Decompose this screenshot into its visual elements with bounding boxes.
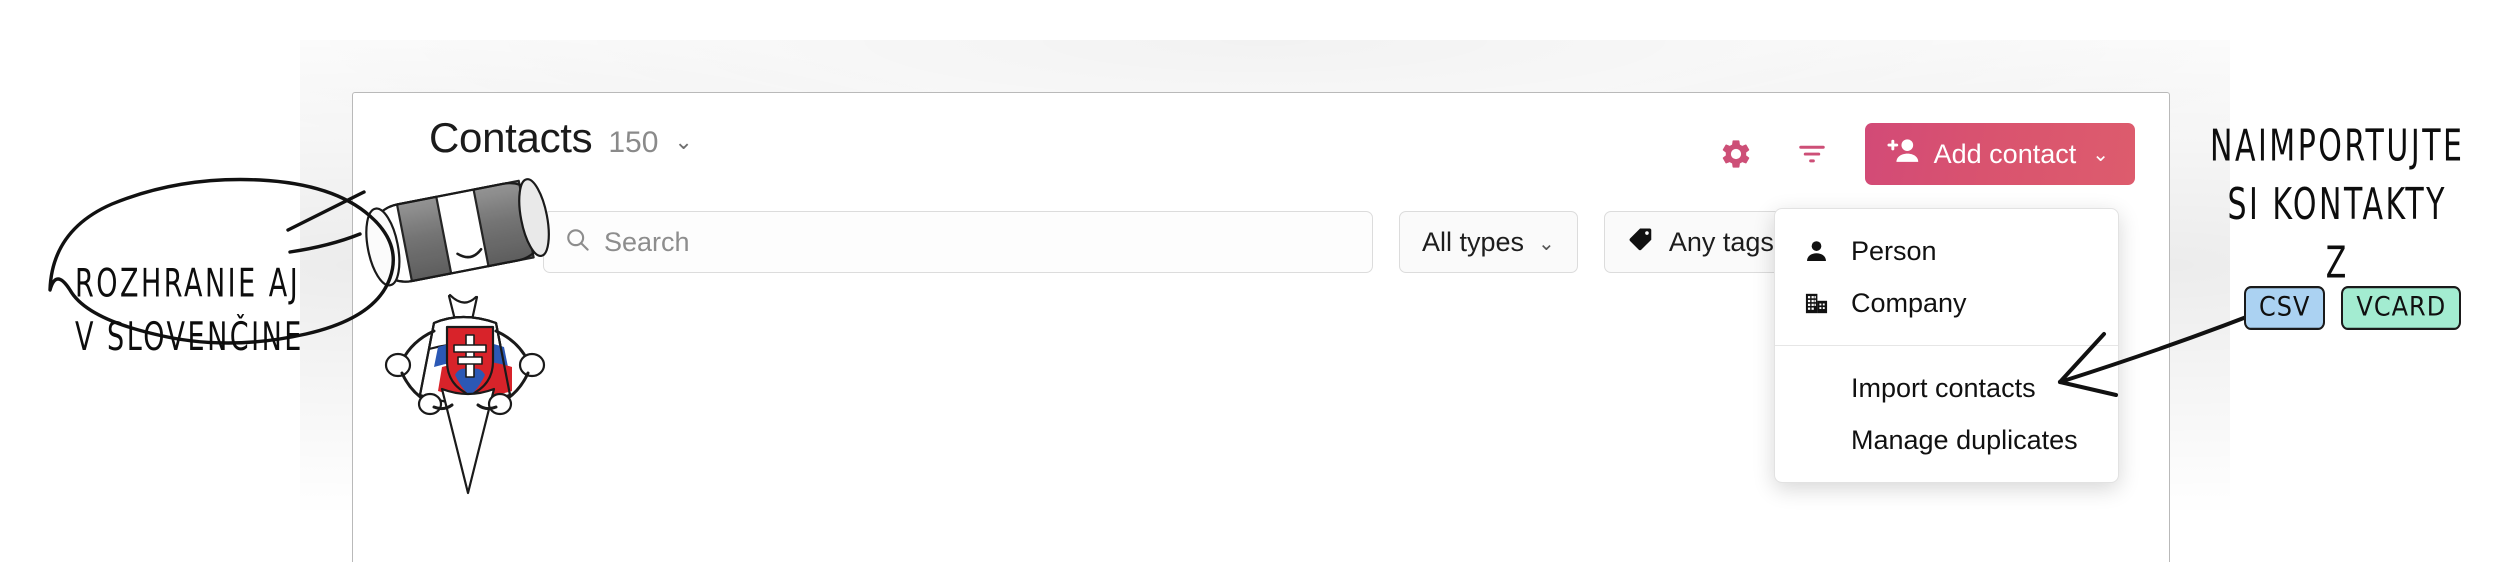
gear-icon: [1719, 137, 1753, 171]
menu-item-company[interactable]: Company: [1775, 277, 2118, 329]
search-box[interactable]: [543, 211, 1373, 273]
speech-bubble-line-2: V SLOVENČINE: [75, 315, 304, 361]
screenshot-stage: Contacts 150 ⌄ Add contact ⌄ Search All …: [0, 0, 2500, 562]
type-filter-dropdown[interactable]: All types ⌄: [1399, 211, 1578, 273]
chevron-down-icon: ⌄: [2092, 144, 2109, 166]
menu-divider: [1775, 345, 2118, 346]
search-input[interactable]: [604, 226, 1304, 258]
speech-bubble-tail-2: [288, 232, 362, 254]
menu-item-label: Person: [1851, 235, 1937, 266]
menu-item-import-contacts[interactable]: Import contacts: [1775, 362, 2118, 414]
chevron-down-icon: ⌄: [1538, 232, 1555, 255]
add-contact-label: Add contact: [1933, 138, 2077, 169]
right-note-text: NAIMPORTUJTE SI KONTAKTY Z: [2210, 118, 2464, 294]
tags-filter-label: Any tags: [1668, 226, 1774, 257]
tag-icon: [1627, 225, 1655, 260]
search-icon: [564, 226, 591, 258]
filter-button[interactable]: [1789, 131, 1835, 177]
person-plus-icon: [1887, 136, 1920, 173]
building-icon: [1801, 290, 1831, 317]
contacts-app-card: Contacts 150 ⌄ Add contact ⌄ Search All …: [352, 92, 2170, 562]
header-actions: Add contact ⌄: [1713, 123, 2135, 185]
menu-item-label: Company: [1851, 287, 1967, 318]
speech-bubble-text: ROZHRANIE AJ V SLOVENČINE: [75, 258, 304, 365]
add-contact-button[interactable]: Add contact ⌄: [1864, 123, 2135, 185]
page-title: Contacts: [429, 114, 593, 161]
page-title-group: Contacts 150 ⌄: [429, 117, 693, 159]
menu-item-label: Import contacts: [1851, 372, 2036, 403]
add-contact-menu: Person Company Import contacts Manage du…: [1774, 208, 2119, 483]
menu-item-manage-duplicates[interactable]: Manage duplicates: [1775, 414, 2118, 466]
menu-item-person[interactable]: Person: [1775, 225, 2118, 277]
type-filter-label: All types: [1422, 226, 1525, 257]
format-chips: CSV VCARD: [2244, 286, 2462, 330]
menu-item-label: Manage duplicates: [1851, 424, 2078, 455]
filter-icon: [1795, 137, 1829, 171]
person-icon: [1801, 238, 1831, 265]
contacts-count: 150: [608, 126, 659, 159]
chevron-down-icon[interactable]: ⌄: [674, 131, 692, 153]
chip-vcard: VCARD: [2341, 286, 2462, 330]
chip-csv: CSV: [2244, 286, 2326, 330]
settings-button[interactable]: [1713, 131, 1759, 177]
card-header: Contacts 150 ⌄ Add contact ⌄: [353, 93, 2169, 203]
